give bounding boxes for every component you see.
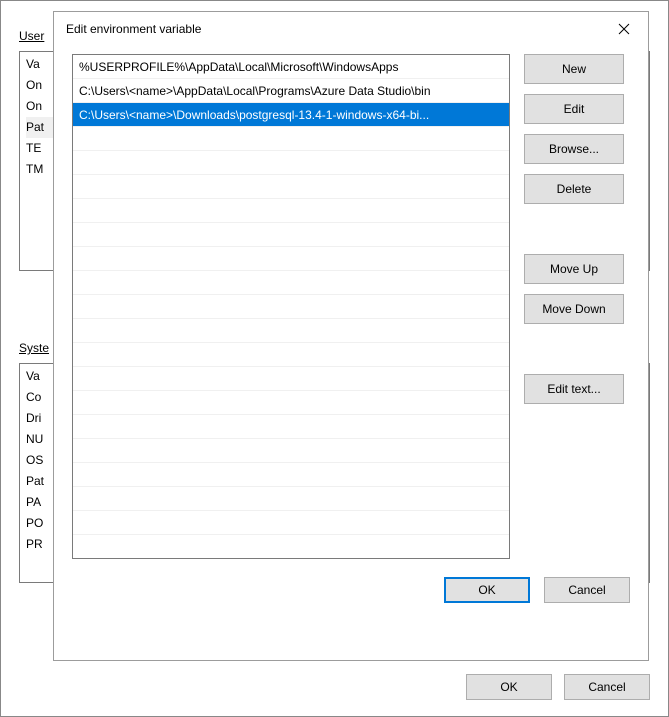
new-button[interactable]: New xyxy=(524,54,624,84)
path-entry-empty[interactable] xyxy=(73,127,509,151)
move-up-button[interactable]: Move Up xyxy=(524,254,624,284)
parent-dialog-footer: OK Cancel xyxy=(466,674,650,700)
path-entry[interactable]: %USERPROFILE%\AppData\Local\Microsoft\Wi… xyxy=(73,55,509,79)
edit-button[interactable]: Edit xyxy=(524,94,624,124)
close-icon xyxy=(618,23,630,35)
parent-cancel-button[interactable]: Cancel xyxy=(564,674,650,700)
path-entry-empty[interactable] xyxy=(73,151,509,175)
ok-button[interactable]: OK xyxy=(444,577,530,603)
close-button[interactable] xyxy=(612,17,636,41)
path-entry-empty[interactable] xyxy=(73,367,509,391)
path-entry-empty[interactable] xyxy=(73,247,509,271)
path-entry-empty[interactable] xyxy=(73,223,509,247)
dialog-title: Edit environment variable xyxy=(66,22,201,36)
path-entry-empty[interactable] xyxy=(73,439,509,463)
path-entry[interactable]: C:\Users\<name>\AppData\Local\Programs\A… xyxy=(73,79,509,103)
cancel-button[interactable]: Cancel xyxy=(544,577,630,603)
browse-button[interactable]: Browse... xyxy=(524,134,624,164)
path-entry-empty[interactable] xyxy=(73,271,509,295)
side-buttons: New Edit Browse... Delete Move Up Move D… xyxy=(524,54,624,559)
path-entry-empty[interactable] xyxy=(73,343,509,367)
parent-ok-button[interactable]: OK xyxy=(466,674,552,700)
dialog-footer: OK Cancel xyxy=(54,577,648,617)
path-entry-empty[interactable] xyxy=(73,391,509,415)
path-entry-empty[interactable] xyxy=(73,487,509,511)
edit-text-button[interactable]: Edit text... xyxy=(524,374,624,404)
path-entry-empty[interactable] xyxy=(73,535,509,559)
move-down-button[interactable]: Move Down xyxy=(524,294,624,324)
edit-env-var-dialog: Edit environment variable %USERPROFILE%\… xyxy=(53,11,649,661)
path-entry-empty[interactable] xyxy=(73,415,509,439)
dialog-titlebar: Edit environment variable xyxy=(54,12,648,46)
path-entry-empty[interactable] xyxy=(73,199,509,223)
path-entry-empty[interactable] xyxy=(73,319,509,343)
path-entry-empty[interactable] xyxy=(73,175,509,199)
path-entries-list[interactable]: %USERPROFILE%\AppData\Local\Microsoft\Wi… xyxy=(72,54,510,559)
delete-button[interactable]: Delete xyxy=(524,174,624,204)
path-entry-selected[interactable]: C:\Users\<name>\Downloads\postgresql-13.… xyxy=(73,103,509,127)
path-entry-empty[interactable] xyxy=(73,295,509,319)
path-entry-empty[interactable] xyxy=(73,511,509,535)
path-entry-empty[interactable] xyxy=(73,463,509,487)
